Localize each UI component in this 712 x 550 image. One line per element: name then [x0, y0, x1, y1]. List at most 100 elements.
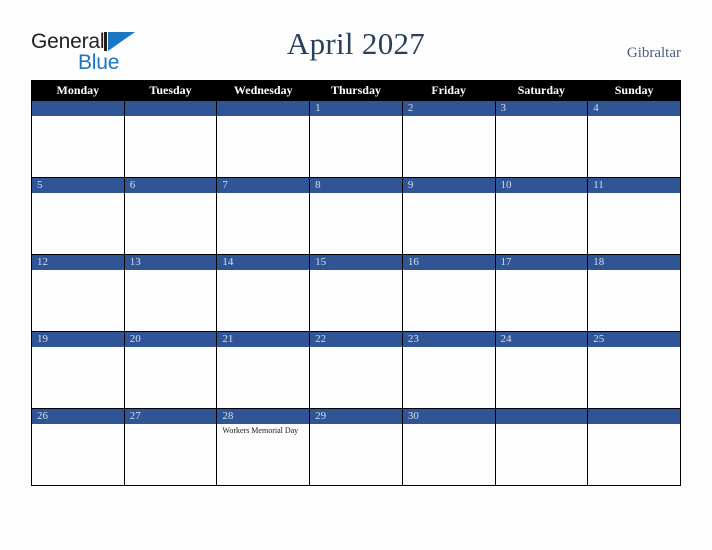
calendar-day-cell[interactable]: 20 — [123, 331, 218, 409]
calendar-day-cell[interactable]: 3 — [494, 100, 589, 178]
day-events — [496, 193, 588, 195]
day-number: 13 — [124, 255, 217, 270]
calendar-day-cell[interactable]: 5 — [31, 177, 125, 255]
day-number: 28 — [217, 409, 310, 424]
day-events — [496, 270, 588, 272]
weekday-header-tuesday: Tuesday — [123, 80, 218, 101]
calendar-day-cell[interactable]: 14 — [216, 254, 311, 332]
day-events — [403, 193, 495, 195]
day-events — [217, 116, 309, 118]
calendar-day-cell[interactable]: 8 — [309, 177, 403, 255]
calendar-week-row: 1234 — [31, 100, 681, 178]
day-events — [32, 116, 124, 118]
day-number: 27 — [124, 409, 217, 424]
calendar-day-cell[interactable]: 2 — [401, 100, 496, 178]
calendar-day-cell[interactable]: 15 — [309, 254, 403, 332]
day-events — [125, 270, 217, 272]
calendar-day-cell[interactable]: 7 — [216, 177, 311, 255]
calendar-day-cell[interactable]: 11 — [587, 177, 681, 255]
day-events — [588, 116, 680, 118]
day-number: 3 — [495, 101, 588, 116]
day-number — [217, 101, 310, 116]
day-number: 8 — [310, 178, 402, 193]
page-header: General Blue April 2027 Gibraltar — [0, 0, 712, 80]
country-label: Gibraltar — [626, 45, 681, 61]
calendar-week-row: 5 6 7 8 9 10 11 — [31, 177, 681, 255]
day-number: 18 — [588, 255, 680, 270]
day-number: 16 — [402, 255, 495, 270]
calendar-day-cell[interactable]: 29 — [309, 408, 403, 486]
day-number — [495, 409, 588, 424]
calendar-day-cell[interactable]: 1 — [309, 100, 403, 178]
day-number: 5 — [32, 178, 124, 193]
day-number — [588, 409, 680, 424]
calendar-day-cell[interactable]: 27 — [123, 408, 218, 486]
day-events — [496, 347, 588, 349]
calendar-day-cell[interactable]: 30 — [401, 408, 496, 486]
day-events — [310, 270, 402, 272]
day-number: 14 — [217, 255, 310, 270]
day-events — [310, 193, 402, 195]
calendar-day-cell[interactable]: 17 — [494, 254, 589, 332]
day-events — [403, 347, 495, 349]
day-events — [588, 347, 680, 349]
day-events — [310, 116, 402, 118]
day-events — [403, 116, 495, 118]
day-number: 10 — [495, 178, 588, 193]
day-events — [496, 116, 588, 118]
weekday-header-monday: Monday — [31, 80, 125, 101]
calendar-week-row: 26 27 28 Workers Memorial Day 29 30 — [31, 408, 681, 486]
calendar-day-cell-empty — [123, 100, 218, 178]
calendar-week-row: 19 20 21 22 23 24 25 — [31, 331, 681, 409]
calendar-body: 1 2 3 4 5 6 7 8 9 10 11 12 13 14 15 16 17 18 19 20 21 22 23 24 2… — [31, 100, 681, 486]
day-number: 20 — [124, 332, 217, 347]
calendar-day-cell[interactable]: 19 — [31, 331, 125, 409]
calendar-day-cell[interactable]: 16 — [401, 254, 496, 332]
day-events — [32, 270, 124, 272]
day-events — [310, 347, 402, 349]
day-events — [125, 347, 217, 349]
calendar-day-cell-empty — [31, 100, 125, 178]
day-events — [217, 270, 309, 272]
calendar-day-cell[interactable]: 26 — [31, 408, 125, 486]
calendar-day-cell[interactable]: 10 — [494, 177, 589, 255]
calendar-day-cell-empty — [216, 100, 311, 178]
calendar-page: General Blue April 2027 Gibraltar Monday… — [0, 0, 712, 550]
day-number: 24 — [495, 332, 588, 347]
calendar-week-row: 12 13 14 15 16 17 18 — [31, 254, 681, 332]
calendar-grid: Monday Tuesday Wednesday Thursday Friday Satu… — [31, 80, 681, 486]
calendar-day-cell-empty — [587, 408, 681, 486]
day-number: 15 — [310, 255, 402, 270]
day-events — [125, 116, 217, 118]
day-number: 23 — [402, 332, 495, 347]
day-events — [125, 424, 217, 426]
day-events — [32, 347, 124, 349]
calendar-day-cell-empty — [494, 408, 589, 486]
day-number: 9 — [402, 178, 495, 193]
calendar-day-cell[interactable]: 18 — [587, 254, 681, 332]
weekday-header-row: Monday Tuesday Wednesday Thursday Friday Satu… — [31, 80, 681, 101]
calendar-day-cell[interactable]: 28 Workers Memorial Day — [216, 408, 311, 486]
day-number: 4 — [588, 101, 680, 116]
calendar-day-cell[interactable]: 4 — [587, 100, 681, 178]
day-events — [125, 193, 217, 195]
calendar-day-cell[interactable]: 6 — [123, 177, 218, 255]
day-number: 19 — [32, 332, 124, 347]
day-events — [588, 424, 680, 426]
weekday-header-saturday: Saturday — [494, 80, 589, 101]
day-events — [588, 193, 680, 195]
holiday-label: Workers Memorial Day — [222, 426, 299, 435]
calendar-day-cell[interactable]: 24 — [494, 331, 589, 409]
calendar-day-cell[interactable]: 25 — [587, 331, 681, 409]
calendar-day-cell[interactable]: 21 — [216, 331, 311, 409]
day-number — [124, 101, 217, 116]
day-number: 6 — [124, 178, 217, 193]
calendar-day-cell[interactable]: 9 — [401, 177, 496, 255]
calendar-day-cell[interactable]: 13 — [123, 254, 218, 332]
calendar-day-cell[interactable]: 22 — [309, 331, 403, 409]
day-number — [32, 101, 124, 116]
calendar-day-cell[interactable]: 12 — [31, 254, 125, 332]
page-title: April 2027 — [286, 26, 426, 61]
day-number: 7 — [217, 178, 310, 193]
calendar-day-cell[interactable]: 23 — [401, 331, 496, 409]
